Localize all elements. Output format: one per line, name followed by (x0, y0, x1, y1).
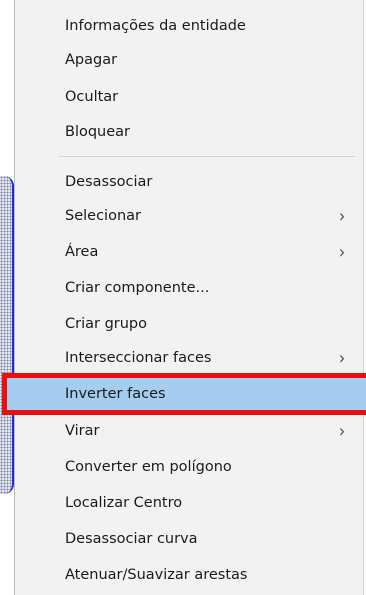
menu-item-label: Criar componente... (65, 280, 210, 296)
menu-item-make-component[interactable]: Criar componente... (15, 271, 363, 305)
menu-item-label: Bloquear (65, 124, 131, 140)
context-menu: Informações da entidade Apagar Ocultar B… (2, 0, 366, 595)
menu-item-intersect-faces[interactable]: Interseccionar faces › (15, 341, 363, 375)
menu-item-label: Atenuar/Suavizar arestas (65, 567, 248, 583)
chevron-right-icon: › (339, 347, 345, 369)
menu-item-entity-info[interactable]: Informações da entidade (15, 9, 363, 43)
menu-item-explode-curve[interactable]: Desassociar curva (15, 522, 363, 556)
menu-item-area[interactable]: Área › (15, 235, 363, 269)
menu-item-make-group[interactable]: Criar grupo (15, 307, 363, 341)
menu-item-soften-edges[interactable]: Atenuar/Suavizar arestas (15, 558, 363, 592)
menu-separator (59, 156, 355, 157)
menu-item-label: Apagar (65, 52, 118, 68)
modeling-canvas-edge (0, 0, 15, 595)
menu-item-select[interactable]: Selecionar › (15, 199, 363, 233)
chevron-right-icon: › (339, 420, 345, 442)
menu-item-reverse-faces[interactable]: Inverter faces (2, 373, 366, 415)
menu-item-label: Localizar Centro (65, 495, 183, 511)
menu-item-label: Área (65, 244, 99, 260)
menu-item-label: Selecionar (65, 208, 141, 224)
menu-item-delete[interactable]: Apagar (15, 43, 363, 77)
chevron-right-icon: › (339, 205, 345, 227)
menu-item-flip[interactable]: Virar › (15, 414, 363, 448)
menu-item-label: Ocultar (65, 89, 119, 105)
menu-item-label: Desassociar curva (65, 531, 198, 547)
menu-item-label: Criar grupo (65, 316, 148, 332)
menu-item-lock[interactable]: Bloquear (15, 115, 363, 149)
menu-item-label: Inverter faces (65, 386, 166, 402)
menu-item-label: Interseccionar faces (65, 350, 212, 366)
menu-item-label: Converter em polígono (65, 459, 232, 475)
menu-item-explode[interactable]: Desassociar (15, 165, 363, 199)
menu-item-label: Desassociar (65, 174, 153, 190)
chevron-right-icon: › (339, 241, 345, 263)
menu-item-find-center[interactable]: Localizar Centro (15, 486, 363, 520)
menu-item-hide[interactable]: Ocultar (15, 80, 363, 114)
menu-item-convert-to-polygon[interactable]: Converter em polígono (15, 450, 363, 484)
menu-item-label: Informações da entidade (65, 18, 246, 34)
menu-item-label: Virar (65, 423, 100, 439)
